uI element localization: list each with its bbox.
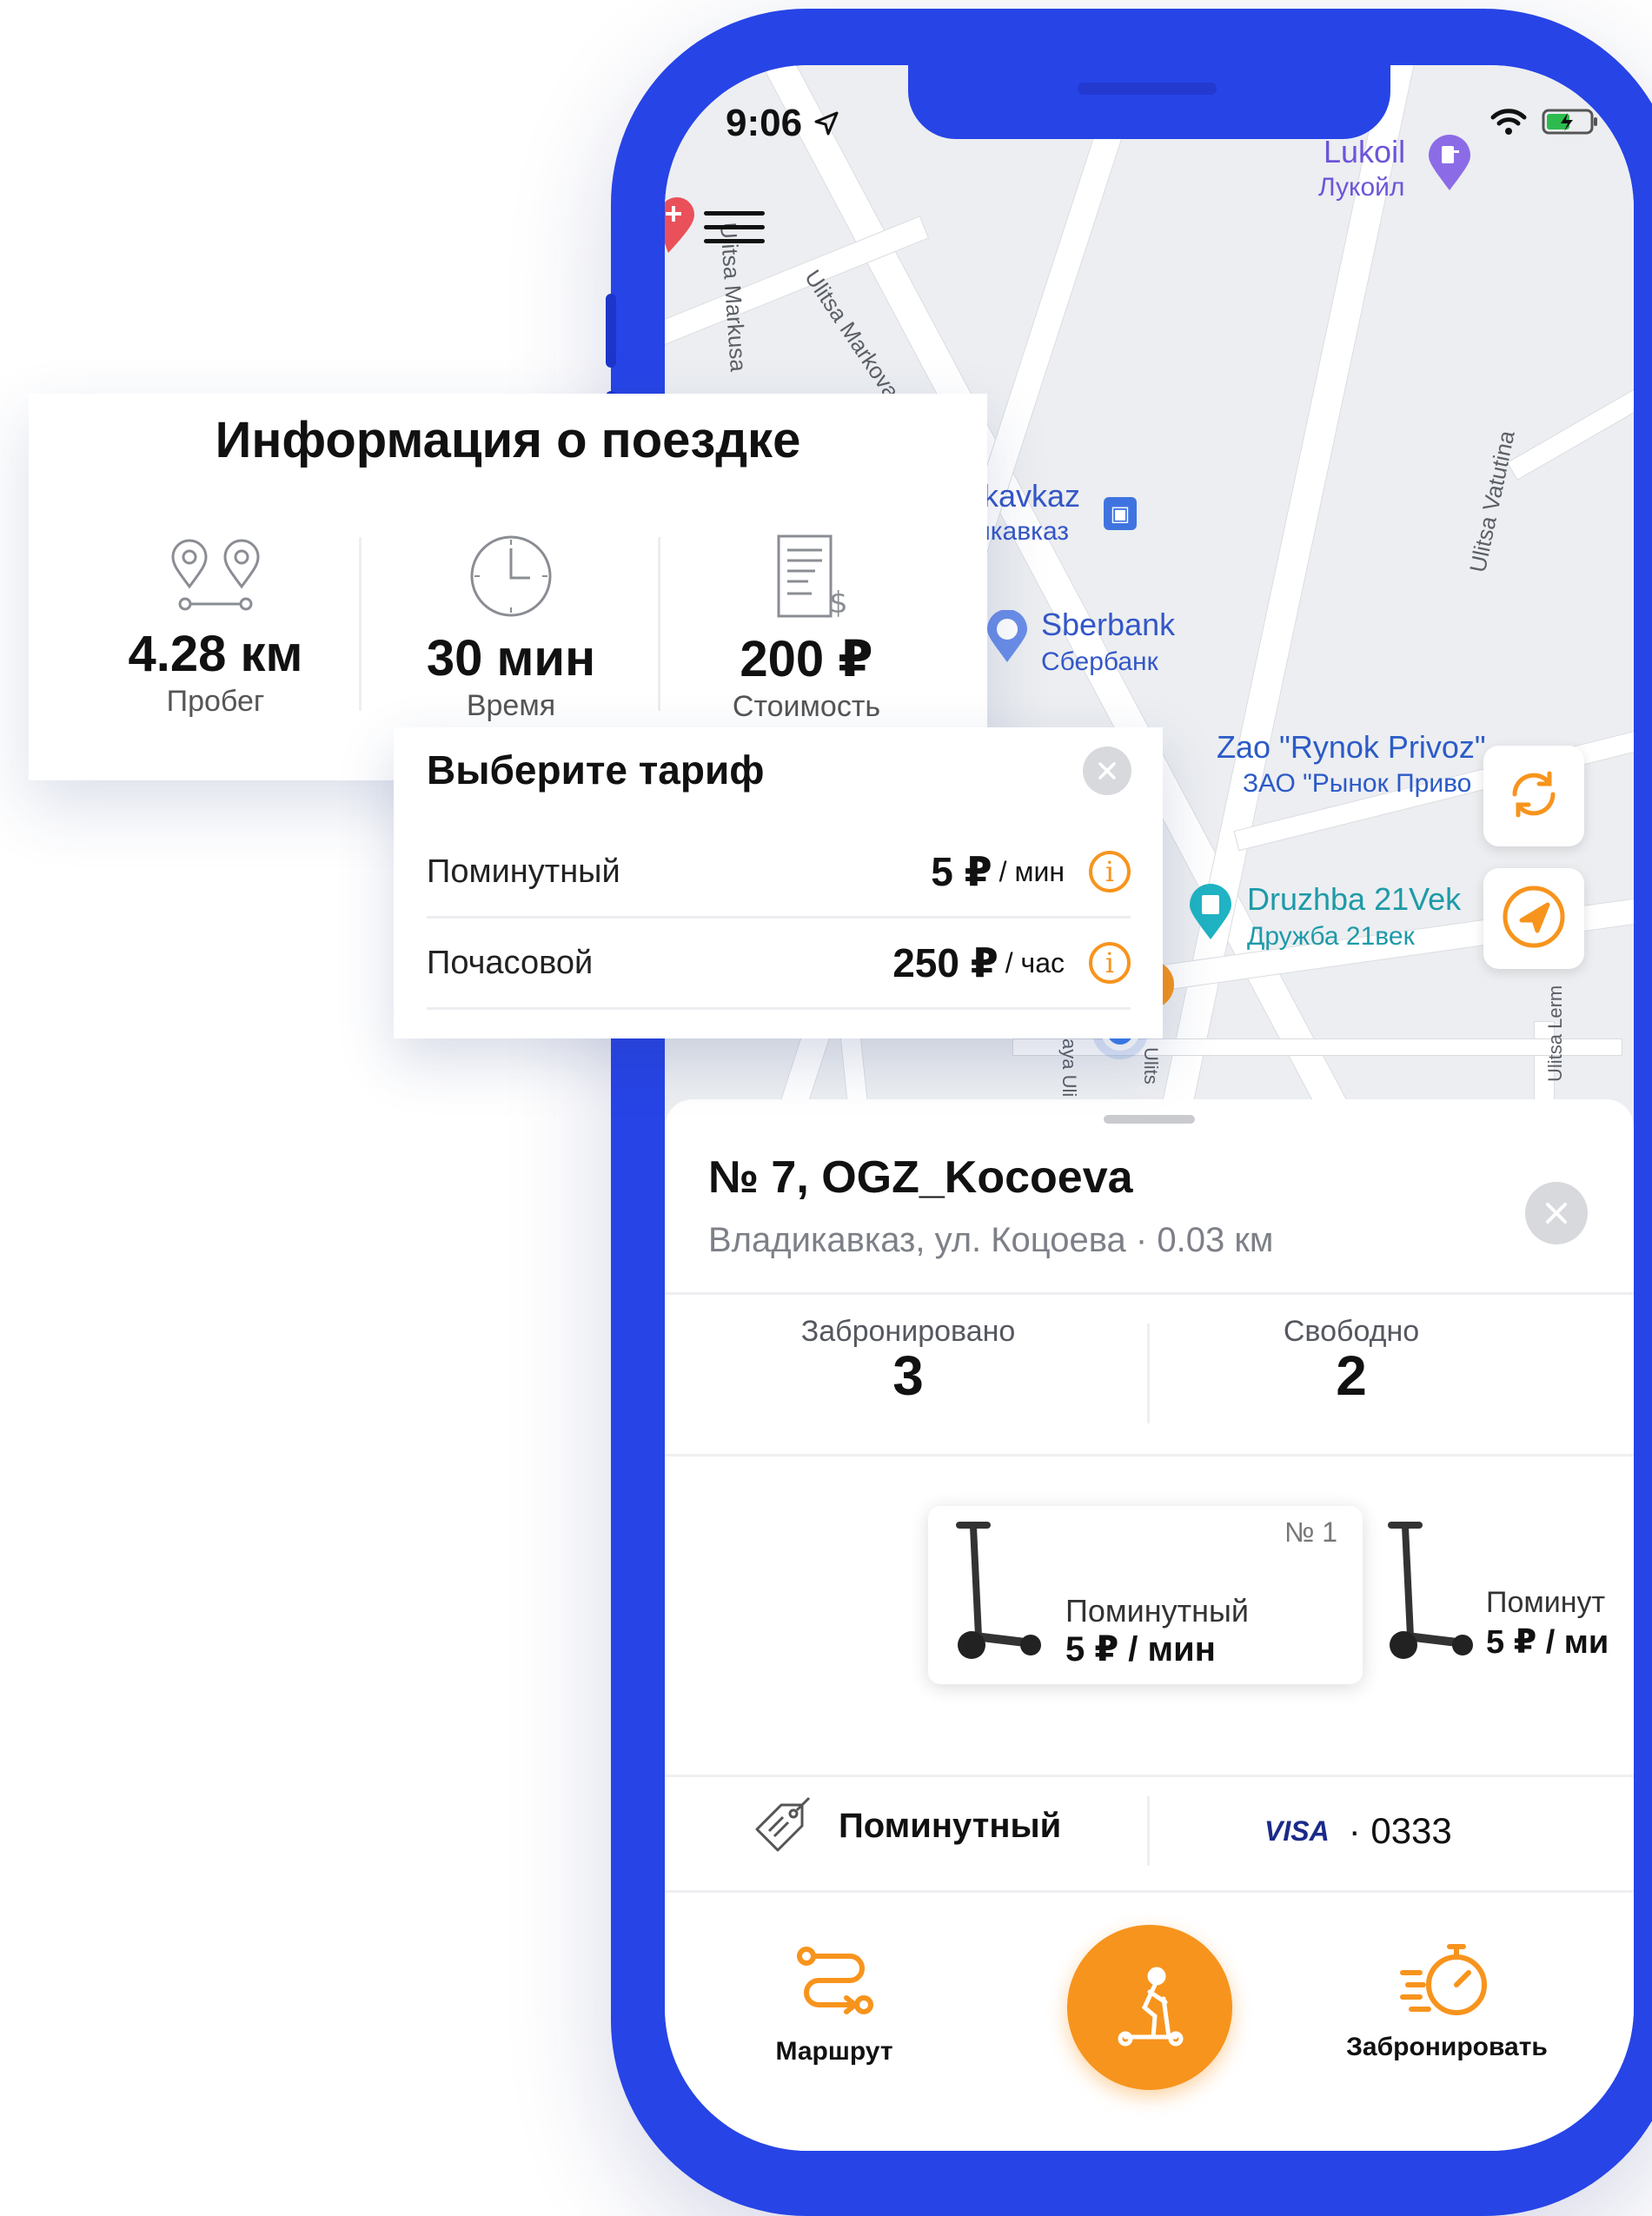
tariff-picker-title: Выберите тариф <box>427 747 765 793</box>
speaker <box>1078 83 1217 95</box>
tariff-price: 250 ₽ <box>892 940 998 985</box>
scooter-price: 5 ₽ / мин <box>1065 1630 1216 1669</box>
poi-druzhba-sub: Дружба 21век <box>1247 922 1415 951</box>
scooter-price: 5 ₽ / ми <box>1486 1624 1609 1661</box>
scooter-tariff: Поминутный <box>1065 1593 1249 1629</box>
mute-switch <box>606 294 616 368</box>
cost-label: Стоимость <box>732 690 881 723</box>
scooter-card[interactable]: Поминут 5 ₽ / ми <box>1377 1515 1634 1680</box>
status-time: 9:06 <box>726 102 840 145</box>
poi-lukoil-sub: Лукойл <box>1318 173 1405 202</box>
time-value: 30 мин <box>426 630 596 687</box>
close-icon <box>1546 1203 1567 1224</box>
tariff-name: Поминутный <box>427 853 620 890</box>
tariff-picker: Выберите тариф Поминутный 5 ₽ / мин i По… <box>394 727 1163 1038</box>
book-label: Забронировать <box>1346 2033 1548 2061</box>
info-icon[interactable]: i <box>1089 851 1131 892</box>
svg-text:$: $ <box>829 586 848 620</box>
tariff-selector[interactable]: Поминутный <box>752 1795 1061 1857</box>
scooter-number: № 1 <box>1284 1516 1338 1548</box>
scooter-rider-icon <box>1118 1967 1184 2047</box>
tariff-price: 5 ₽ <box>931 849 992 894</box>
trip-info-card: Информация о поездке 4.28 км Пробег 30 м… <box>29 394 987 780</box>
battery-icon <box>1542 109 1597 135</box>
close-icon <box>1098 762 1116 780</box>
stat-distance: 4.28 км Пробег <box>68 533 363 719</box>
street-lerm: Ulitsa Lerm <box>1544 985 1566 1082</box>
distance-label: Пробег <box>166 685 265 718</box>
street-vatutina: Ulitsa Vatutina <box>1464 428 1520 575</box>
scooter-tariff: Поминут <box>1486 1586 1606 1619</box>
start-ride-button[interactable] <box>1067 1925 1232 2090</box>
phone-screen: Ulitsa Markova Ulitsa Markusa Ulitsa Vat… <box>665 65 1634 2151</box>
time-label: Время <box>466 689 556 722</box>
poi-vladikavkaz-name: ikavkaz <box>976 478 1081 514</box>
book-button[interactable]: Забронировать <box>1325 1938 1569 2062</box>
scooter-image <box>945 1515 1041 1675</box>
station-title: № 7, OGZ_Kocoeva <box>708 1152 1133 1203</box>
tariff-unit: / час <box>1005 946 1065 979</box>
location-arrow-icon <box>814 111 839 136</box>
poi-rynok-name: Zao "Rynok Privoz" <box>1217 729 1486 765</box>
notch <box>908 65 1390 139</box>
info-icon[interactable]: i <box>1089 942 1131 984</box>
tariff-name: Почасовой <box>427 944 594 981</box>
refresh-icon <box>1501 761 1567 832</box>
tariff-unit: / мин <box>998 855 1065 887</box>
stat-time: 30 мин Время <box>363 533 659 723</box>
clock-icon <box>470 535 552 617</box>
locate-button[interactable] <box>1483 868 1584 969</box>
poi-sberbank-name: Sberbank <box>1041 607 1176 642</box>
refresh-button[interactable] <box>1483 746 1584 846</box>
station-subtitle: Владикавказ, ул. Коцоева · 0.03 км <box>708 1221 1274 1259</box>
free-value: 2 <box>1336 1344 1367 1407</box>
bus-icon[interactable]: ▣ <box>1104 497 1137 530</box>
poi-rynok-sub: ЗАО "Рынок Приво <box>1243 769 1472 798</box>
fuel-icon[interactable] <box>1425 135 1474 196</box>
street-aya-uli: aya Uli <box>1058 1038 1080 1098</box>
street-ulits: Ulits <box>1140 1047 1162 1085</box>
route-pins-icon <box>171 539 260 611</box>
station-sheet: № 7, OGZ_Kocoeva Владикавказ, ул. Коцоев… <box>665 1099 1634 2151</box>
route-icon <box>797 1947 873 2014</box>
cinema-icon[interactable] <box>1186 884 1235 945</box>
tariff-option-per-minute[interactable]: Поминутный 5 ₽ / мин i <box>427 827 1131 919</box>
poi-lukoil-name: Lukoil <box>1324 134 1406 169</box>
booked-value: 3 <box>892 1344 924 1407</box>
scooter-image <box>1377 1515 1473 1675</box>
route-label: Маршрут <box>775 2037 893 2066</box>
price-tag-icon <box>755 1796 811 1852</box>
route-button[interactable]: Маршрут <box>765 1942 904 2067</box>
cost-value: 200 ₽ <box>740 631 873 687</box>
distance-value: 4.28 км <box>128 626 303 682</box>
stat-cost: $ 200 ₽ Стоимость <box>659 533 954 724</box>
card-last4: · 0333 <box>1348 1810 1452 1851</box>
status-icons <box>1489 107 1599 136</box>
menu-button[interactable] <box>704 211 765 255</box>
scooter-card[interactable]: № 1 Поминутный 5 ₽ / мин <box>928 1506 1363 1684</box>
free-counter: Свободно 2 <box>1178 1315 1525 1408</box>
booked-counter: Забронировано 3 <box>734 1315 1082 1408</box>
poi-sberbank-sub: Сбербанк <box>1041 647 1158 676</box>
hospital-icon[interactable] <box>665 196 694 261</box>
visa-logo: VISA <box>1264 1815 1330 1847</box>
menu-icon <box>704 211 765 216</box>
bank-icon[interactable] <box>985 609 1030 668</box>
wifi-icon <box>1490 109 1527 135</box>
poi-vladikavkaz-sub: икавказ <box>976 517 1070 546</box>
payment-card-selector[interactable]: VISA · 0333 <box>1264 1810 1452 1852</box>
locate-icon <box>1499 882 1569 956</box>
stopwatch-icon <box>1400 1944 1487 2015</box>
poi-druzhba-name: Druzhba 21Vek <box>1247 881 1462 917</box>
close-station-button[interactable] <box>1525 1182 1588 1244</box>
selected-tariff: Поминутный <box>839 1806 1062 1845</box>
tariff-option-hourly[interactable]: Почасовой 250 ₽ / час i <box>427 919 1131 1010</box>
close-tariff-button[interactable] <box>1083 746 1131 795</box>
receipt-icon: $ <box>777 534 848 620</box>
trip-info-title: Информация о поездке <box>215 412 801 468</box>
sheet-grabber[interactable] <box>1104 1115 1195 1124</box>
